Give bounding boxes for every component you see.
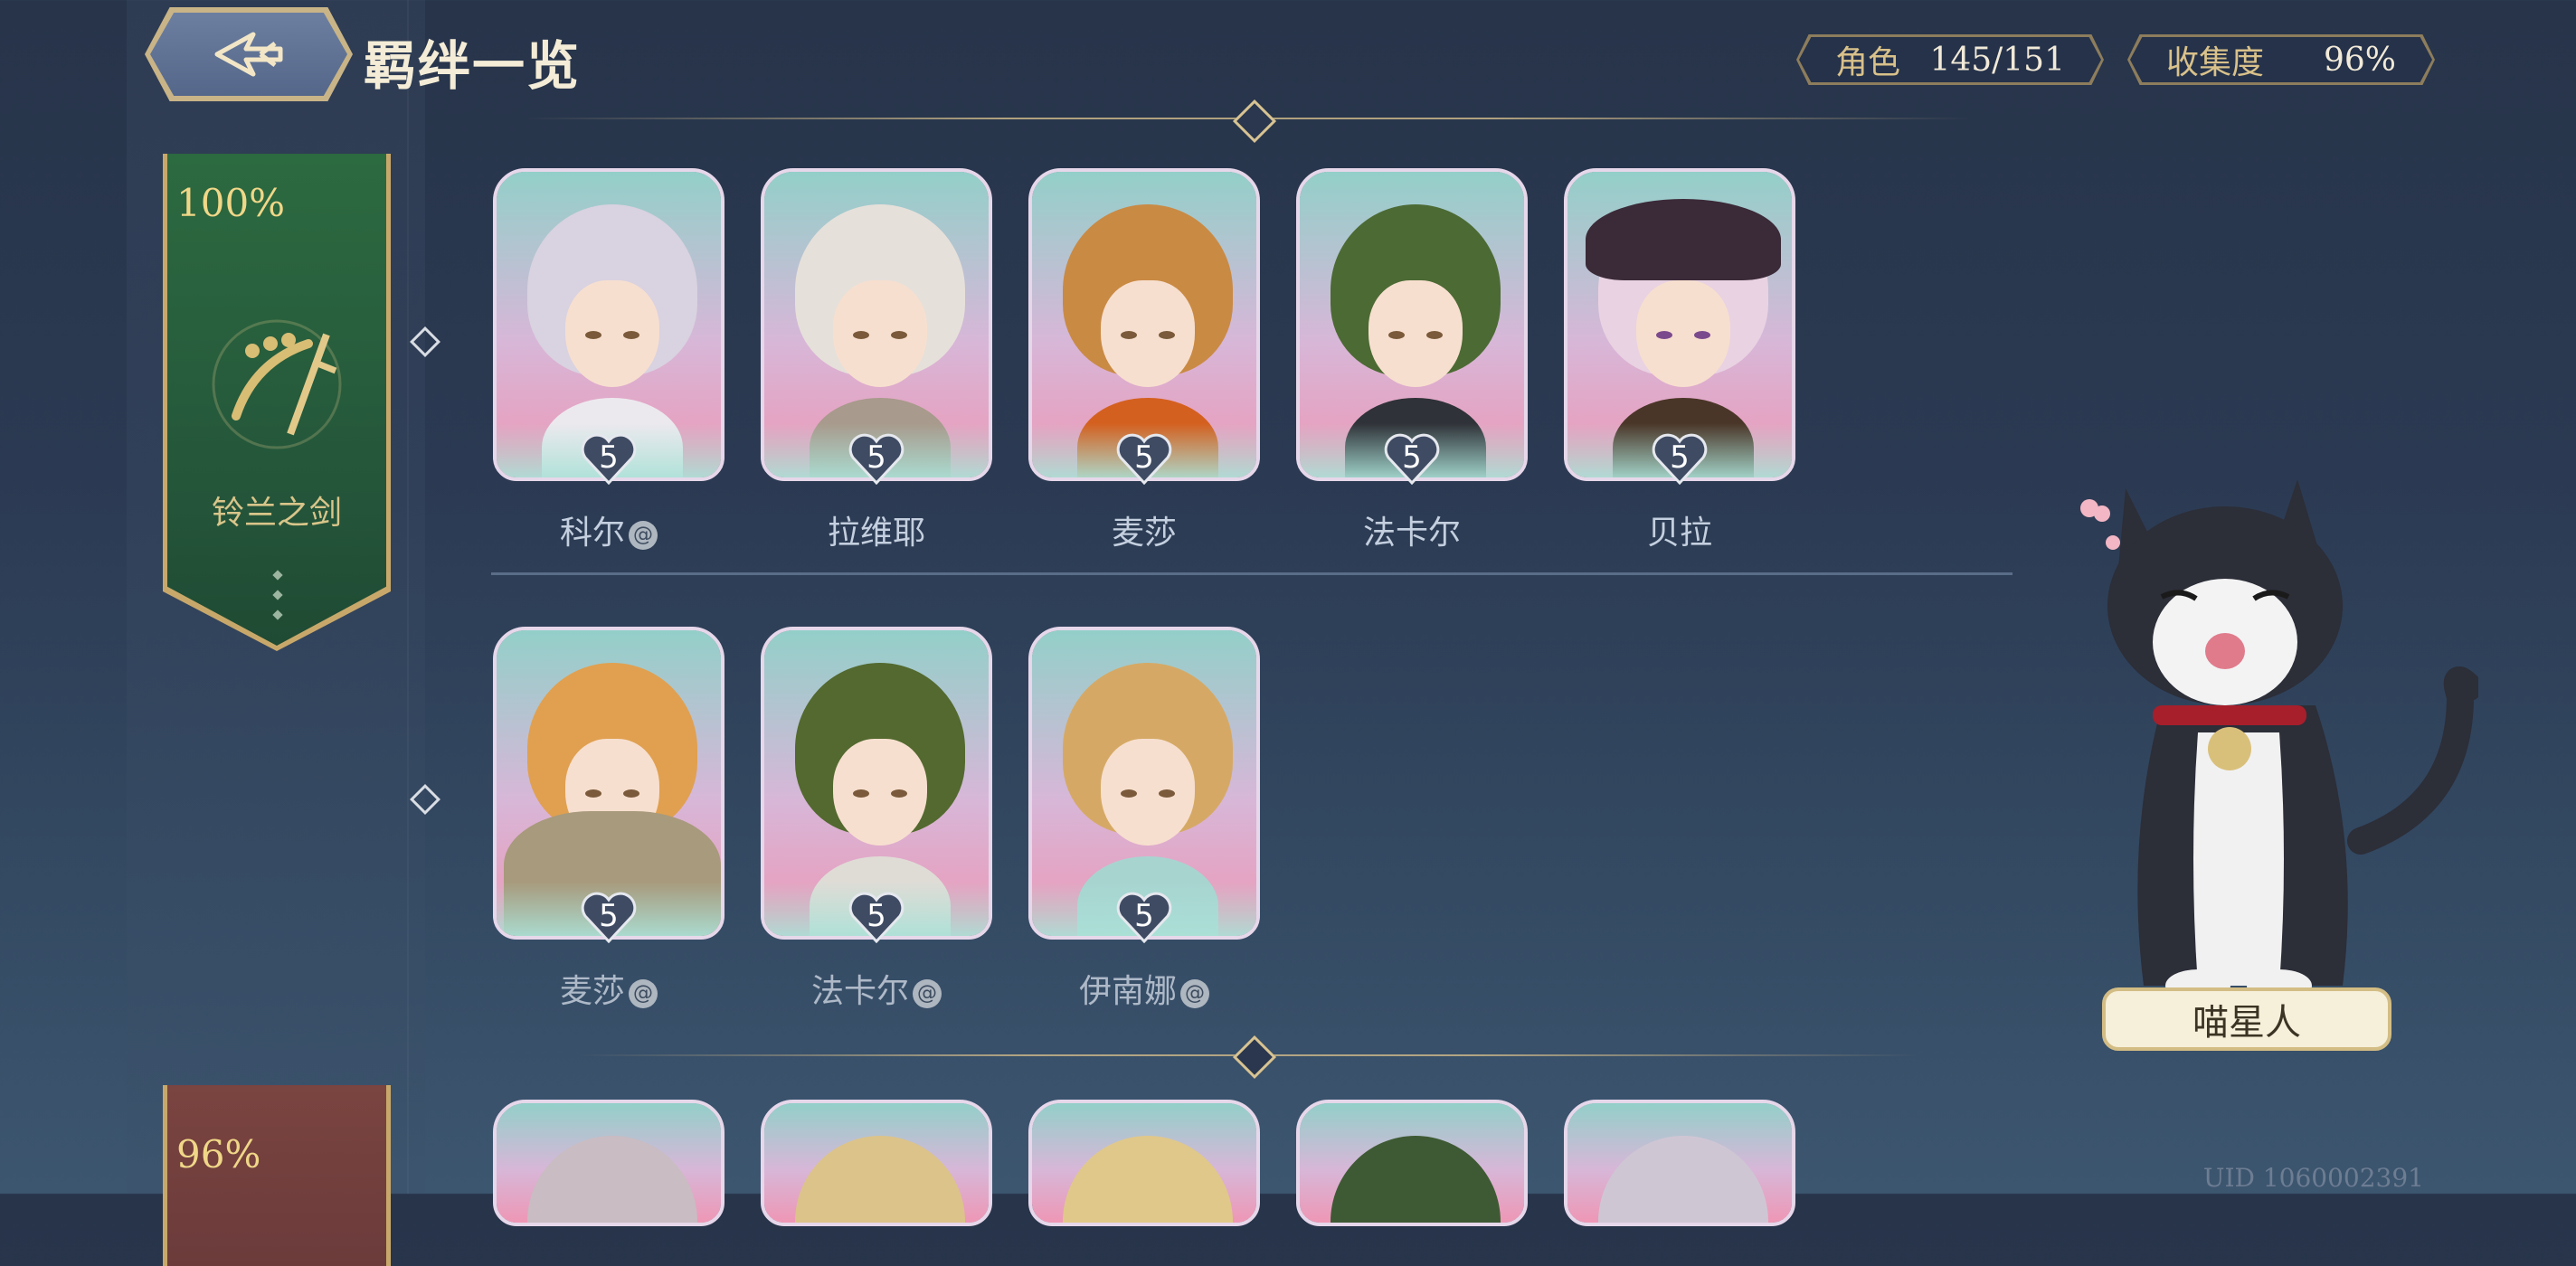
character-name: 科尔 @ (493, 506, 724, 553)
character-card[interactable] (761, 1100, 992, 1226)
character-name: 麦莎 (1111, 515, 1177, 552)
character-count-label: 角色 (1835, 44, 1901, 81)
banner-dot-icon (272, 590, 283, 600)
banner-dot-icon (272, 609, 283, 620)
banner-dot-icon (272, 570, 283, 581)
level-heart: 5 (761, 168, 992, 494)
level-number: 5 (1134, 898, 1154, 934)
collection-rate-label: 收集度 (2166, 44, 2265, 81)
level-heart: 5 (493, 168, 724, 494)
character-card[interactable] (493, 1100, 724, 1226)
cat-mascot[interactable] (2062, 461, 2478, 1004)
back-button[interactable] (145, 7, 353, 101)
level-number: 5 (1670, 439, 1690, 476)
level-number: 5 (599, 898, 619, 934)
level-number: 5 (867, 898, 886, 934)
level-heart: 5 (1028, 627, 1260, 952)
character-name: 法卡尔 @ (761, 965, 992, 1012)
character-card[interactable] (1028, 1100, 1260, 1226)
level-number: 5 (1134, 439, 1154, 476)
swirl-badge-icon: @ (629, 979, 658, 1008)
faction-banner[interactable]: 96% (163, 1085, 391, 1266)
level-heart: 5 (1028, 168, 1260, 494)
character-name-text: 伊南娜 (1078, 973, 1177, 1010)
character-name-text: 麦莎 (559, 973, 625, 1010)
page-title: 羁绊一览 (364, 35, 582, 97)
character-count-value: 145/151 (1929, 41, 2065, 79)
swirl-badge-icon: @ (629, 521, 658, 550)
faction-percent: 100% (176, 181, 286, 225)
collection-rate-pill: 收集度 96% (2127, 34, 2435, 85)
level-heart: 5 (1296, 168, 1528, 494)
faction-banner[interactable]: 100% 铃兰之剑 (163, 154, 391, 651)
panel-divider-line (407, 0, 409, 1194)
divider-gem-icon (1232, 1035, 1277, 1080)
swirl-badge-icon: @ (1180, 979, 1209, 1008)
faction-name: 铃兰之剑 (211, 495, 342, 532)
faction-percent: 96% (176, 1132, 261, 1176)
level-heart: 5 (493, 627, 724, 952)
level-number: 5 (599, 439, 619, 476)
back-arrow-icon (214, 32, 283, 77)
character-count-pill: 角色 145/151 (1796, 34, 2104, 85)
collection-rate-value: 96% (2323, 41, 2396, 79)
level-heart: 5 (1564, 168, 1795, 494)
character-name: 麦莎 @ (493, 965, 724, 1012)
character-name: 伊南娜 @ (1028, 965, 1260, 1012)
cat-name-plate[interactable]: 喵星人 (2102, 987, 2391, 1051)
character-card[interactable] (1296, 1100, 1528, 1226)
character-name-text: 科尔 (559, 515, 625, 552)
character-name: 法卡尔 (1362, 515, 1461, 552)
level-heart: 5 (761, 627, 992, 952)
character-card[interactable] (1564, 1100, 1795, 1226)
user-id: UID 1060002391 (2202, 1163, 2424, 1193)
character-name: 拉维耶 (827, 515, 925, 552)
divider-gem-icon (1232, 99, 1277, 144)
row-separator (491, 572, 2012, 575)
character-name: 贝拉 (1646, 515, 1712, 552)
swirl-badge-icon: @ (913, 979, 942, 1008)
level-number: 5 (867, 439, 886, 476)
sword-emblem-icon (212, 319, 342, 449)
level-number: 5 (1402, 439, 1422, 476)
character-name-text: 法卡尔 (810, 973, 909, 1010)
